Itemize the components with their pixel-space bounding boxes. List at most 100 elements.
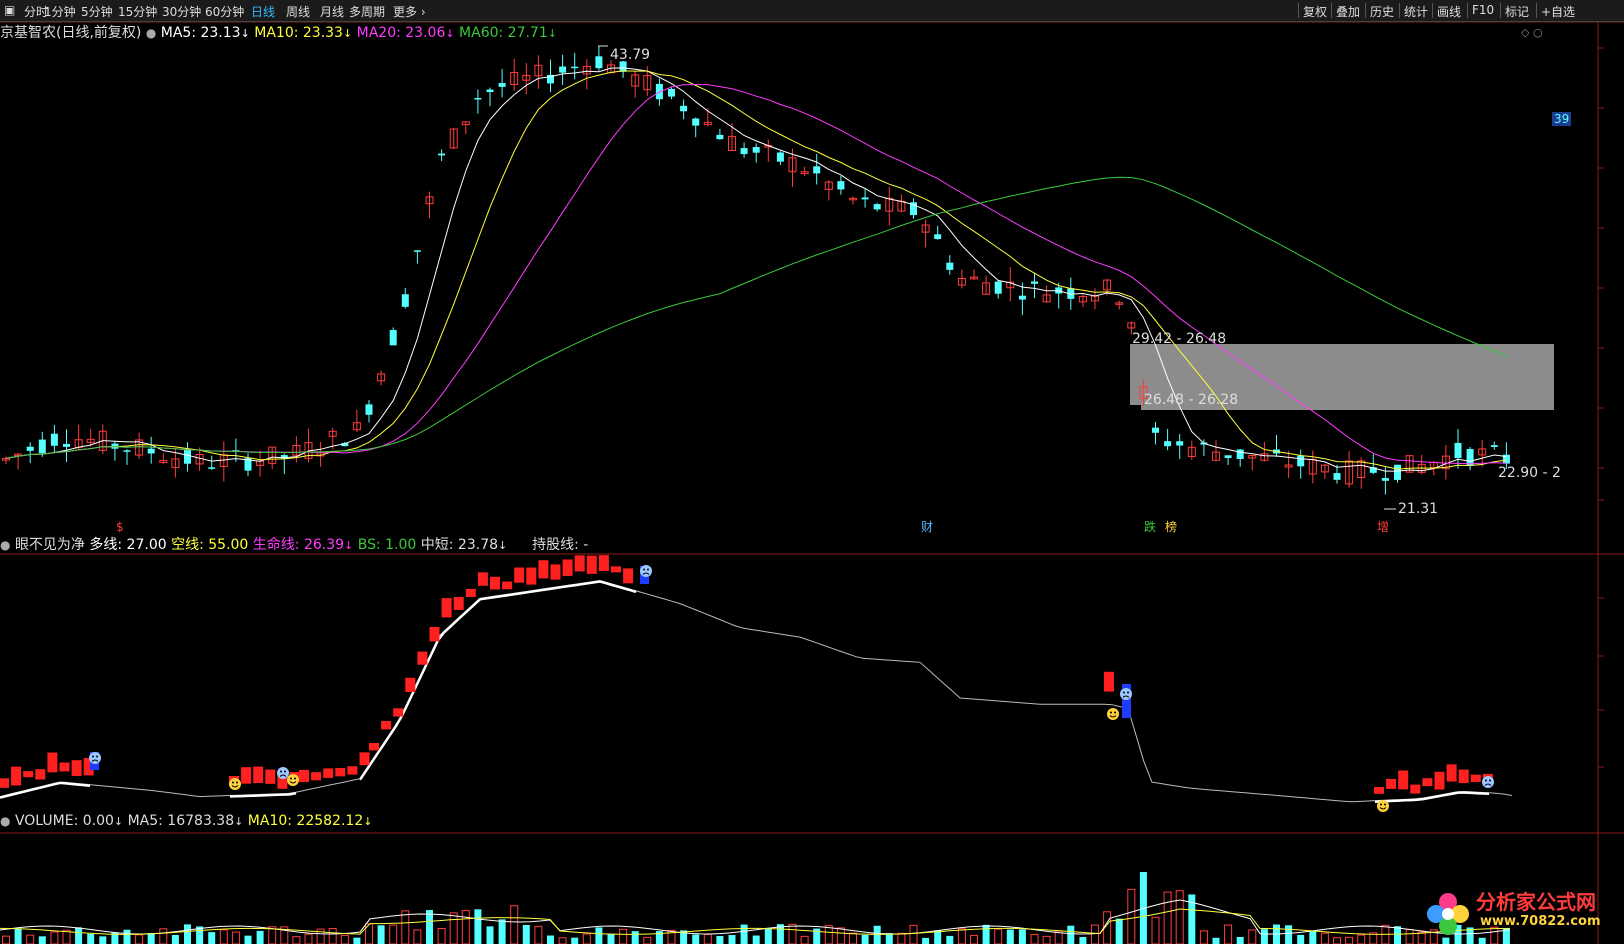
volume-bar <box>1236 936 1244 944</box>
toolbar-button-2[interactable]: 历史 <box>1370 3 1394 20</box>
toolbar-button-1[interactable]: 叠加 <box>1336 3 1360 20</box>
period-tab-6[interactable]: 日线 <box>251 3 275 20</box>
toolbar-button-0[interactable]: 复权 <box>1303 3 1327 20</box>
collapse-icon[interactable]: ● <box>0 814 10 828</box>
signal-bar <box>550 564 561 580</box>
period-tab-9[interactable]: 多周期 <box>349 3 385 20</box>
volume-bar <box>692 934 700 944</box>
signal-bar <box>265 769 276 784</box>
volume-bar <box>1199 930 1208 944</box>
signal-bar <box>11 766 22 786</box>
period-tab-5[interactable]: 60分钟 <box>205 3 244 20</box>
volume-bar <box>982 924 990 944</box>
toolbar-button-6[interactable]: 标记 <box>1505 3 1529 20</box>
sell-face-icon <box>1120 688 1132 700</box>
signal-bar <box>586 555 597 574</box>
indicator-panel <box>0 555 1513 812</box>
period-tab-1[interactable]: 1分钟 <box>44 3 76 20</box>
volume-bar <box>377 925 385 944</box>
volume-bar <box>957 928 966 944</box>
kong-value: 空线: 55.00 <box>171 537 249 553</box>
toolbar-button-5[interactable]: F10 <box>1472 3 1494 17</box>
watermark: 分析家公式网 www.70822.com <box>1420 884 1620 940</box>
volume-bar <box>413 929 422 944</box>
diamond-icon[interactable]: ◇ ○ <box>1521 26 1543 39</box>
signal-bar <box>335 768 346 777</box>
candle-body <box>401 294 409 307</box>
candle-body <box>498 83 506 87</box>
settings-icon[interactable]: ● <box>146 26 156 40</box>
buy-smiley-icon <box>287 774 299 786</box>
volume-bar <box>1079 937 1087 944</box>
signal-bar <box>253 766 264 784</box>
face-eye <box>284 770 286 773</box>
volume-bar <box>219 929 228 944</box>
period-tab-2[interactable]: 5分钟 <box>81 3 113 20</box>
volume-bar <box>1405 929 1414 944</box>
sell-face-icon <box>640 565 652 577</box>
toolbar-button-7[interactable]: +自选 <box>1541 3 1575 20</box>
toolbar-button-4[interactable]: 画线 <box>1437 3 1461 20</box>
signal-bar <box>1470 774 1481 782</box>
candle-body <box>1490 445 1498 447</box>
low-price-label: 21.31 <box>1398 501 1438 517</box>
period-tab-10[interactable]: 更多 › <box>393 3 426 20</box>
volume-bar <box>1345 936 1354 944</box>
toolbar-button-3[interactable]: 统计 <box>1404 3 1428 20</box>
volume-bar <box>643 936 652 944</box>
vol-ma10-value: MA10: 22582.12 <box>247 813 364 829</box>
volume-bar <box>1091 924 1099 944</box>
volume-bar <box>1175 890 1184 944</box>
volume-bar <box>437 928 446 944</box>
volume-bar <box>824 925 833 944</box>
toolbar-separator <box>1331 3 1332 18</box>
candle-body <box>934 234 942 240</box>
volume-bar <box>861 934 869 944</box>
candle-body <box>123 450 131 452</box>
volume-bar <box>1151 916 1160 944</box>
toolbar-separator <box>1365 3 1366 18</box>
period-tab-3[interactable]: 15分钟 <box>118 3 157 20</box>
volume-bar <box>510 905 519 944</box>
main-price-panel: 43.79 21.31 29.42 - 26.48 26.48 - 26.28 22.9… <box>2 45 1561 534</box>
volume-bar <box>922 937 930 944</box>
candle-body <box>873 204 881 210</box>
watermark-title: 分析家公式网 <box>1476 890 1596 914</box>
face-eye <box>92 755 94 758</box>
signal-bar <box>1410 784 1421 794</box>
face-eye <box>643 568 645 571</box>
period-tab-8[interactable]: 月线 <box>320 3 344 20</box>
main-header: 京基智农(日线,前复权) ● MA5: 23.13↓ MA10: 23.33↓ … <box>0 22 557 42</box>
volume-bar <box>2 935 10 944</box>
candle-body <box>813 166 821 174</box>
candle-body <box>147 448 155 454</box>
volume-bar <box>1212 937 1220 944</box>
volume-bar <box>99 936 107 944</box>
volume-bar <box>1006 929 1014 944</box>
volume-bar <box>159 928 168 944</box>
period-tab-7[interactable]: 周线 <box>286 3 310 20</box>
face-eye <box>290 777 292 780</box>
volume-bar <box>1309 930 1317 944</box>
volume-bar <box>946 935 954 944</box>
volume-bar <box>87 933 95 944</box>
volume-bar <box>449 912 458 944</box>
candle-body <box>1176 441 1184 446</box>
volume-bar <box>994 928 1003 944</box>
volume-bar <box>716 936 724 944</box>
volume-bar <box>595 927 603 944</box>
last-price-label: 22.90 - 2 <box>1498 465 1561 481</box>
volume-bar <box>582 933 591 944</box>
candle-body <box>1152 427 1159 433</box>
panel-toggle-icon[interactable]: ▣ <box>4 3 15 17</box>
signal-bar <box>71 760 82 777</box>
signal-bar <box>1422 778 1433 787</box>
period-tab-4[interactable]: 30分钟 <box>162 3 201 20</box>
event-marker: 跌 <box>1144 519 1156 534</box>
signal-bar <box>35 769 46 780</box>
volume-bar <box>208 932 216 944</box>
volume-bar <box>534 925 543 944</box>
candle-body <box>716 134 724 140</box>
toolbar-separator <box>1432 3 1433 18</box>
collapse-icon[interactable]: ● <box>0 538 10 552</box>
